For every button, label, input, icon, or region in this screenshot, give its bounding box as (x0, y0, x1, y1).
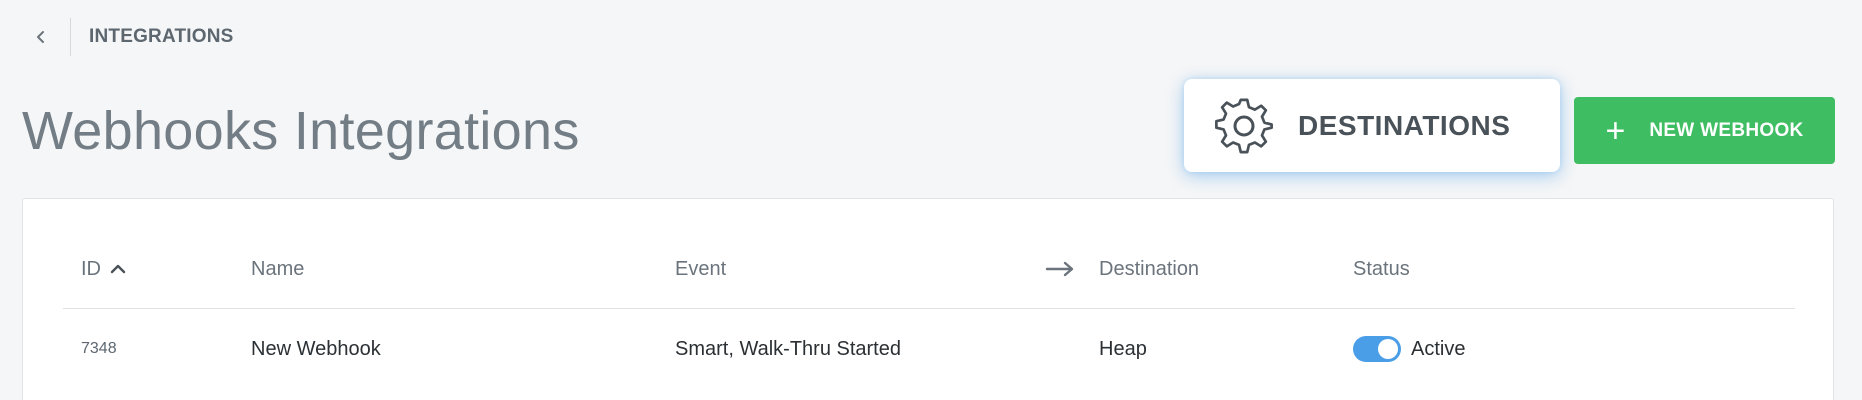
row-destination: Heap (1099, 337, 1147, 360)
new-webhook-button[interactable]: + NEW WEBHOOK (1574, 97, 1835, 164)
row-name[interactable]: New Webhook (251, 329, 381, 369)
page: INTEGRATIONS Webhooks Integrations DESTI… (0, 0, 1862, 400)
column-header-id-label: ID (81, 257, 101, 280)
new-webhook-label: NEW WEBHOOK (1649, 119, 1804, 141)
breadcrumb-divider (70, 18, 71, 56)
back-button[interactable] (26, 18, 56, 56)
column-header-destination[interactable]: Destination (1099, 249, 1199, 289)
column-header-status[interactable]: Status (1353, 249, 1410, 289)
table-header: ID Name Event Destination Status (23, 249, 1835, 289)
row-status: Active (1353, 329, 1465, 369)
plus-icon: + (1605, 111, 1626, 150)
chevron-left-icon (37, 31, 44, 43)
table-row[interactable]: 7348 New Webhook Smart, Walk-Thru Starte… (23, 329, 1835, 369)
page-title: Webhooks Integrations (22, 101, 580, 161)
destinations-button[interactable]: DESTINATIONS (1184, 79, 1560, 172)
status-toggle[interactable] (1353, 336, 1401, 362)
column-header-id[interactable]: ID (81, 249, 127, 289)
event-to-destination-arrow (1045, 249, 1075, 289)
header-divider (63, 308, 1795, 309)
destinations-label: DESTINATIONS (1298, 109, 1511, 141)
column-header-name[interactable]: Name (251, 249, 304, 289)
webhooks-table-panel: ID Name Event Destination Status 7348 Ne… (22, 198, 1834, 400)
breadcrumb: INTEGRATIONS (26, 18, 234, 56)
row-event: Smart, Walk-Thru Started (675, 337, 901, 360)
status-label: Active (1411, 337, 1466, 360)
breadcrumb-label[interactable]: INTEGRATIONS (89, 26, 234, 48)
toggle-knob (1378, 339, 1398, 359)
gear-icon (1215, 98, 1273, 153)
column-header-event[interactable]: Event (675, 249, 726, 289)
arrow-right-icon (1045, 261, 1074, 277)
row-id: 7348 (81, 340, 117, 357)
chevron-up-icon (110, 264, 126, 274)
